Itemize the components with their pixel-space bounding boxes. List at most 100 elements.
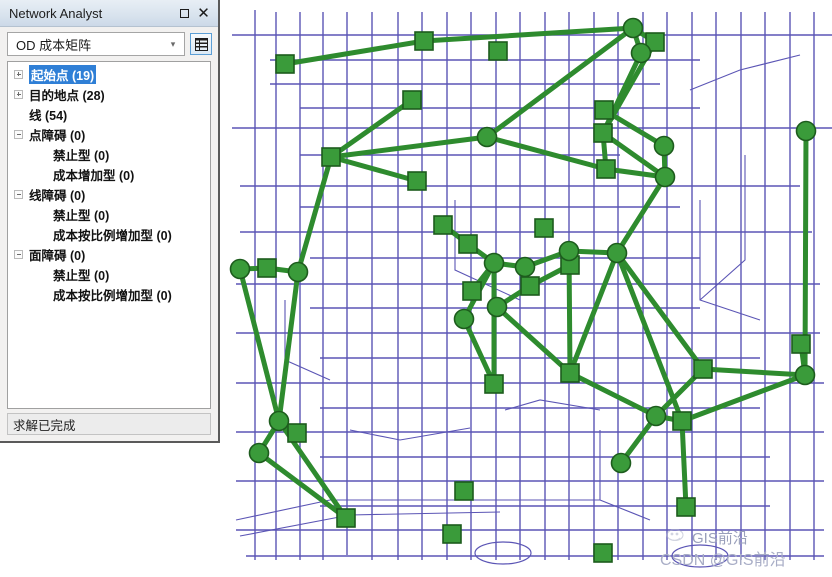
- street-line: [689, 54, 801, 91]
- destination-marker[interactable]: [462, 281, 482, 301]
- attribute-table-button[interactable]: [190, 33, 212, 55]
- tree-item[interactable]: 禁止型 (0): [8, 264, 210, 284]
- destination-marker[interactable]: [488, 41, 508, 61]
- route-line: [237, 266, 282, 424]
- destination-marker[interactable]: [458, 234, 478, 254]
- destination-marker[interactable]: [672, 411, 692, 431]
- origin-marker[interactable]: [795, 120, 817, 142]
- origin-marker[interactable]: [606, 242, 628, 264]
- origin-marker[interactable]: [483, 252, 505, 274]
- network-analyst-tree[interactable]: 起始点 (19) 目的地点 (28) 线 (54) 点障碍 (0) 禁止型 (0) 成本增…: [7, 61, 211, 409]
- tree-item[interactable]: 成本增加型 (0): [8, 164, 210, 184]
- route-line: [256, 450, 349, 521]
- tree-item-label: 面障碍 (0): [29, 248, 86, 263]
- origin-marker[interactable]: [268, 410, 290, 432]
- origin-marker[interactable]: [654, 166, 676, 188]
- destination-marker[interactable]: [596, 159, 616, 179]
- panel-title: Network Analyst: [9, 5, 103, 21]
- destination-marker[interactable]: [275, 54, 295, 74]
- tree-item[interactable]: 成本按比例增加型 (0): [8, 284, 210, 304]
- route-line: [614, 250, 685, 424]
- tree-item[interactable]: 线障碍 (0): [8, 184, 210, 204]
- destination-marker[interactable]: [336, 508, 356, 528]
- origin-marker[interactable]: [453, 308, 475, 330]
- network-analyst-panel: Network Analyst ✕ OD 成本矩阵 ▾ 起始点 (19) 目的地点…: [0, 0, 220, 443]
- street-line: [699, 155, 746, 301]
- collapse-icon[interactable]: [14, 249, 23, 259]
- street-line: [699, 200, 761, 321]
- status-bar: 求解已完成: [7, 413, 211, 435]
- destination-marker[interactable]: [520, 276, 540, 296]
- tree-item-label: 禁止型 (0): [53, 208, 110, 223]
- origin-marker[interactable]: [630, 42, 652, 64]
- tree-item-label: 成本按比例增加型 (0): [53, 228, 172, 243]
- destination-marker[interactable]: [454, 481, 474, 501]
- destination-marker[interactable]: [676, 497, 696, 517]
- destination-marker[interactable]: [257, 258, 277, 278]
- origin-marker[interactable]: [248, 442, 270, 464]
- tree-item-label: 点障碍 (0): [29, 128, 86, 143]
- destination-marker[interactable]: [287, 423, 307, 443]
- route-line: [614, 250, 706, 372]
- tree-item[interactable]: 成本按比例增加型 (0): [8, 224, 210, 244]
- map-canvas[interactable]: [225, 0, 832, 577]
- route-line: [679, 418, 689, 510]
- destination-marker[interactable]: [534, 218, 554, 238]
- tree-item[interactable]: 面障碍 (0): [8, 244, 210, 264]
- expand-icon[interactable]: [14, 69, 23, 79]
- tree-item[interactable]: 线 (54): [8, 104, 210, 124]
- tree-item-label: 禁止型 (0): [53, 268, 110, 283]
- tree-item[interactable]: 禁止型 (0): [8, 144, 210, 164]
- destination-marker[interactable]: [791, 334, 811, 354]
- destination-marker[interactable]: [433, 215, 453, 235]
- maximize-icon: [180, 8, 189, 18]
- origin-marker[interactable]: [229, 258, 251, 280]
- route-line: [494, 304, 573, 376]
- destination-marker[interactable]: [484, 374, 504, 394]
- roundabout: [474, 541, 532, 565]
- route-line: [614, 174, 668, 256]
- tree-item[interactable]: 起始点 (19): [8, 64, 210, 84]
- destination-marker[interactable]: [693, 359, 713, 379]
- close-icon: ✕: [197, 3, 210, 22]
- origin-marker[interactable]: [287, 261, 309, 283]
- status-text: 求解已完成: [13, 418, 76, 433]
- table-icon: [194, 37, 208, 51]
- collapse-icon[interactable]: [14, 129, 23, 139]
- solver-dropdown-value: OD 成本矩阵: [16, 37, 92, 53]
- destination-marker[interactable]: [402, 90, 422, 110]
- destination-marker[interactable]: [593, 543, 613, 563]
- destination-marker[interactable]: [321, 147, 341, 167]
- tree-item[interactable]: 目的地点 (28): [8, 84, 210, 104]
- destination-marker[interactable]: [593, 123, 613, 143]
- network-map[interactable]: [225, 0, 832, 577]
- tree-item[interactable]: 点障碍 (0): [8, 124, 210, 144]
- panel-toolbar: OD 成本矩阵 ▾: [0, 27, 218, 61]
- collapse-icon[interactable]: [14, 189, 23, 199]
- destination-marker[interactable]: [442, 524, 462, 544]
- origin-marker[interactable]: [610, 452, 632, 474]
- maximize-button[interactable]: [176, 5, 193, 22]
- destination-marker[interactable]: [560, 363, 580, 383]
- destination-marker[interactable]: [407, 171, 427, 191]
- origin-marker[interactable]: [653, 135, 675, 157]
- close-button[interactable]: ✕: [195, 5, 212, 22]
- tree-item[interactable]: 禁止型 (0): [8, 204, 210, 224]
- solver-dropdown[interactable]: OD 成本矩阵 ▾: [7, 32, 185, 56]
- origin-marker[interactable]: [794, 364, 816, 386]
- origin-marker[interactable]: [476, 126, 498, 148]
- route-line: [484, 134, 609, 172]
- tree-item-label: 成本按比例增加型 (0): [53, 288, 172, 303]
- tree-item-label: 起始点 (19): [29, 64, 97, 84]
- destination-marker[interactable]: [414, 31, 434, 51]
- origin-marker[interactable]: [486, 296, 508, 318]
- origin-marker[interactable]: [645, 405, 667, 427]
- expand-icon[interactable]: [14, 89, 23, 99]
- route-line: [295, 154, 334, 275]
- tree-item-label: 线 (54): [29, 108, 68, 123]
- destination-marker[interactable]: [594, 100, 614, 120]
- origin-marker[interactable]: [622, 17, 644, 39]
- origin-marker[interactable]: [558, 240, 580, 262]
- tree-item-label: 禁止型 (0): [53, 148, 110, 163]
- origin-marker[interactable]: [514, 256, 536, 278]
